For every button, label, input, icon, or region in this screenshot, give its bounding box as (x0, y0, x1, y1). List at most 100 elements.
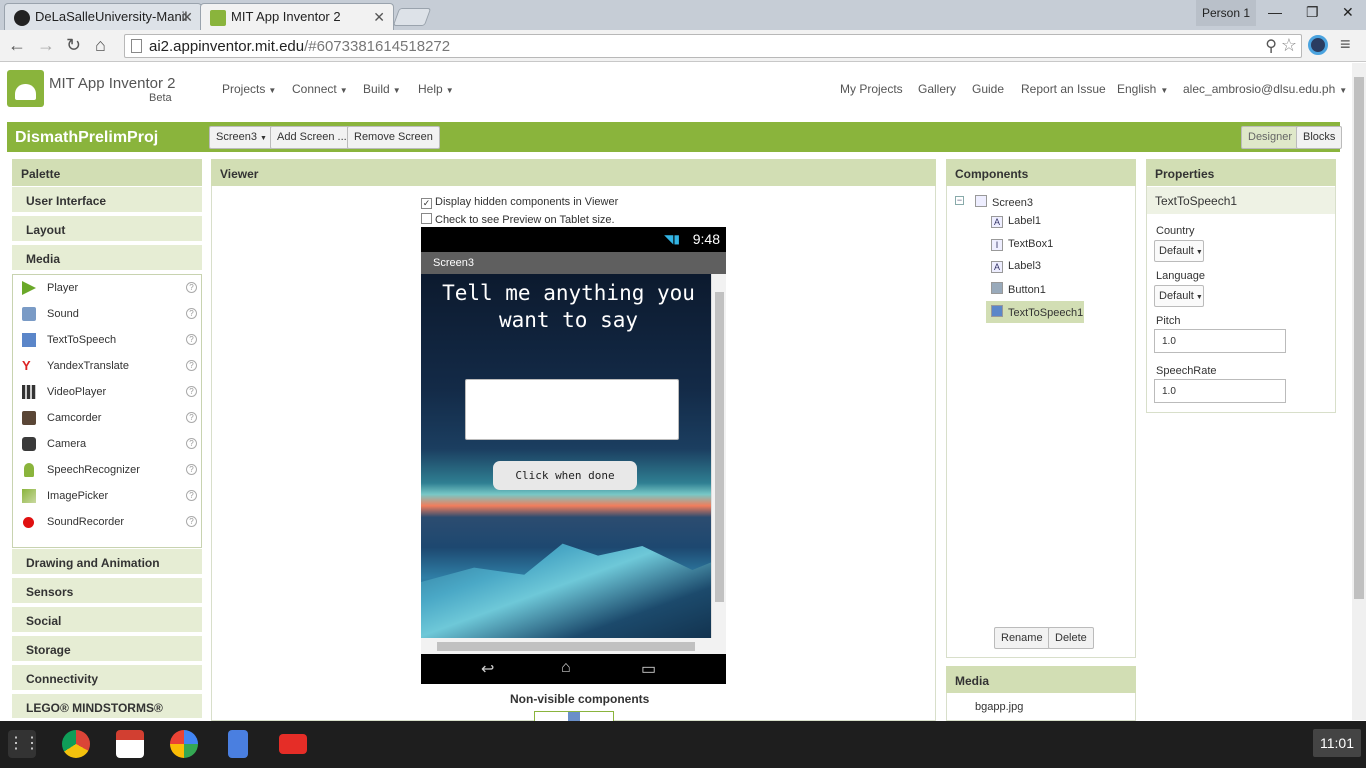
menu-connect[interactable]: Connect ▼ (292, 82, 348, 96)
speechrate-input[interactable]: 1.0 (1154, 379, 1286, 403)
menu-help[interactable]: Help ▼ (418, 82, 454, 96)
youtube-icon[interactable] (279, 734, 307, 754)
account-menu[interactable]: alec_ambrosio@dlsu.edu.ph ▼ (1183, 82, 1347, 96)
help-icon[interactable]: ? (186, 334, 197, 345)
tree-label1[interactable]: A Label1 (991, 215, 1041, 228)
help-icon[interactable]: ? (186, 412, 197, 423)
components-header: Components (946, 159, 1136, 186)
back-icon[interactable]: ← (8, 35, 26, 56)
app-header: MIT App Inventor 2 Beta Projects ▼ Connec… (0, 63, 1352, 120)
palette-item-sound[interactable]: Sound? (13, 301, 201, 327)
tree-button1[interactable]: Button1 (991, 282, 1046, 296)
tab-github[interactable]: DeLaSalleUniversity-Manil ✕ (4, 3, 202, 30)
speech-bubble-icon (22, 333, 36, 347)
designer-button[interactable]: Designer (1241, 126, 1300, 149)
help-icon[interactable]: ? (186, 308, 197, 319)
screen-horizontal-scrollbar[interactable] (421, 638, 726, 654)
app-launcher-icon[interactable]: ⋮⋮ (8, 730, 40, 758)
speechrate-label: SpeechRate (1156, 365, 1217, 377)
forward-icon[interactable]: → (37, 35, 55, 56)
help-icon[interactable]: ? (186, 282, 197, 293)
language-menu[interactable]: English ▼ (1117, 82, 1168, 96)
help-icon[interactable]: ? (186, 386, 197, 397)
docs-icon[interactable] (228, 730, 248, 758)
palette-item-camera[interactable]: Camera? (13, 431, 201, 457)
palette-item-player[interactable]: Player? (13, 275, 201, 301)
close-icon[interactable]: ✕ (181, 4, 193, 30)
window-close-icon[interactable]: ✕ (1342, 4, 1354, 21)
link-report-issue[interactable]: Report an Issue (1021, 82, 1106, 96)
palette-category-connectivity[interactable]: Connectivity (12, 665, 202, 692)
google-icon[interactable] (170, 730, 198, 758)
language-select[interactable]: Default ▼ (1154, 285, 1204, 307)
menu-projects[interactable]: Projects ▼ (222, 82, 276, 96)
palette-category-social[interactable]: Social (12, 607, 202, 634)
app-label[interactable]: Tell me anything you want to say (421, 280, 716, 334)
tab-label: DeLaSalleUniversity-Manil (35, 9, 188, 24)
screen-vertical-scrollbar[interactable] (711, 274, 726, 638)
rename-button[interactable]: Rename (994, 627, 1050, 649)
palette-item-imagepicker[interactable]: ImagePicker? (13, 483, 201, 509)
app-button[interactable]: Click when done (493, 461, 637, 490)
palette-item-speechrecognizer[interactable]: SpeechRecognizer? (13, 457, 201, 483)
brand-title: MIT App Inventor 2 (49, 75, 176, 92)
profile-button[interactable]: Person 1 (1196, 0, 1256, 26)
tree-screen3[interactable]: Screen3 (975, 195, 1033, 209)
media-file[interactable]: bgapp.jpg (975, 701, 1023, 713)
page-scrollbar[interactable] (1352, 63, 1366, 720)
new-tab-button[interactable] (392, 8, 432, 26)
add-screen-button[interactable]: Add Screen ... (270, 126, 354, 149)
chrome-icon[interactable] (62, 730, 90, 758)
palette-category-sensors[interactable]: Sensors (12, 578, 202, 605)
palette-category-user-interface[interactable]: User Interface (12, 187, 202, 214)
menu-icon[interactable]: ≡ (1340, 34, 1351, 55)
palette-item-texttospeech[interactable]: TextToSpeech? (13, 327, 201, 353)
app-textbox[interactable] (465, 379, 679, 440)
link-guide[interactable]: Guide (972, 82, 1004, 96)
palette-item-videoplayer[interactable]: VideoPlayer? (13, 379, 201, 405)
help-icon[interactable]: ? (186, 516, 197, 527)
collapse-icon[interactable]: − (955, 196, 964, 205)
palette-item-yandextranslate[interactable]: Y YandexTranslate? (13, 353, 201, 379)
home-icon[interactable]: ⌂ (95, 35, 106, 56)
help-icon[interactable]: ? (186, 360, 197, 371)
palette-category-storage[interactable]: Storage (12, 636, 202, 663)
palette-item-camcorder[interactable]: Camcorder? (13, 405, 201, 431)
delete-button[interactable]: Delete (1048, 627, 1094, 649)
gmail-icon[interactable] (116, 730, 144, 758)
search-icon[interactable]: ⚲ (1265, 36, 1277, 56)
tablet-preview-checkbox[interactable]: Check to see Preview on Tablet size. (421, 213, 615, 226)
blocks-button[interactable]: Blocks (1296, 126, 1343, 149)
help-icon[interactable]: ? (186, 464, 197, 475)
tab-app-inventor[interactable]: MIT App Inventor 2 ✕ (200, 3, 394, 30)
restore-icon[interactable]: ❐ (1306, 4, 1319, 21)
tree-textbox1[interactable]: I TextBox1 (991, 238, 1053, 251)
palette-category-layout[interactable]: Layout (12, 216, 202, 243)
palette-item-soundrecorder[interactable]: SoundRecorder? (13, 509, 201, 535)
palette-category-drawing[interactable]: Drawing and Animation (12, 549, 202, 576)
app-inventor-logo[interactable] (7, 70, 44, 107)
star-icon[interactable]: ☆ (1281, 35, 1297, 56)
palette-category-media[interactable]: Media (12, 245, 202, 272)
screen-select[interactable]: Screen3 ▼ (209, 126, 274, 149)
project-toolbar: DismathPrelimProj Screen3 ▼ Add Screen ..… (7, 122, 1343, 152)
tree-label3[interactable]: A Label3 (991, 260, 1041, 273)
minimize-icon[interactable]: — (1268, 4, 1282, 20)
tree-texttospeech1[interactable]: TextToSpeech1 (991, 305, 1083, 319)
help-icon[interactable]: ? (186, 438, 197, 449)
menu-build[interactable]: Build ▼ (363, 82, 401, 96)
reload-icon[interactable]: ↻ (66, 35, 81, 56)
textbox-icon: I (991, 239, 1003, 251)
help-icon[interactable]: ? (186, 490, 197, 501)
close-icon[interactable]: ✕ (373, 4, 385, 30)
country-select[interactable]: Default ▼ (1154, 240, 1204, 262)
remove-screen-button[interactable]: Remove Screen (347, 126, 440, 149)
link-gallery[interactable]: Gallery (918, 82, 956, 96)
extension-icon[interactable] (1308, 35, 1328, 55)
pitch-input[interactable]: 1.0 (1154, 329, 1286, 353)
hidden-components-checkbox[interactable]: ✓ Display hidden components in Viewer (421, 196, 618, 209)
address-bar[interactable]: ai2.appinventor.mit.edu/#607338161451827… (124, 34, 1302, 58)
palette-category-lego[interactable]: LEGO® MINDSTORMS® (12, 694, 202, 720)
system-clock[interactable]: 11:01 (1313, 729, 1361, 757)
link-my-projects[interactable]: My Projects (840, 82, 903, 96)
